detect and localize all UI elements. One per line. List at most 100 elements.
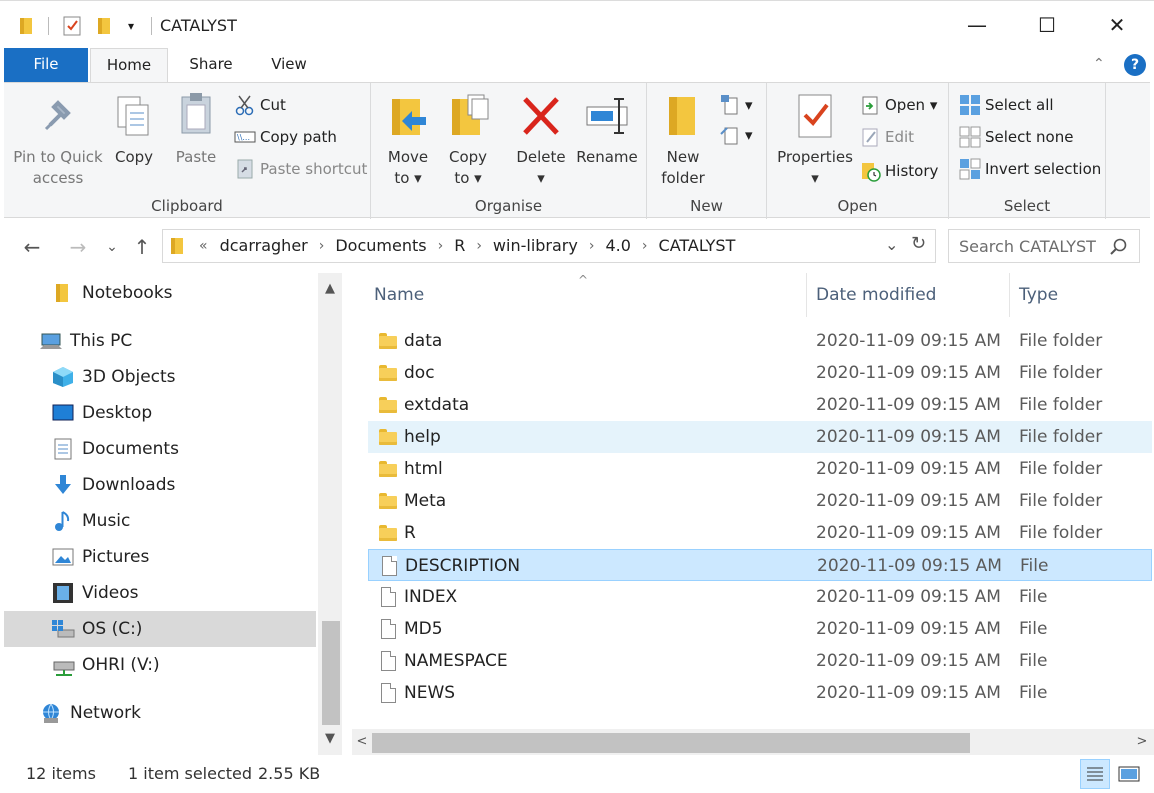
file-row[interactable]: Meta 2020-11-09 09:15 AM File folder (368, 485, 1152, 517)
scissors-icon (234, 94, 256, 116)
tab-home[interactable]: Home (90, 48, 168, 83)
close-button[interactable]: ✕ (1082, 1, 1152, 49)
paste-shortcut-button[interactable]: Paste shortcut (234, 155, 367, 183)
copy-to-label-line2: to (454, 169, 470, 187)
breadcrumb-item[interactable]: win-library (493, 236, 578, 255)
move-to-icon (386, 91, 430, 141)
address-history-dropdown[interactable]: ⌄ (885, 235, 898, 254)
tab-share[interactable]: Share (176, 48, 246, 82)
file-row[interactable]: help 2020-11-09 09:15 AM File folder (368, 421, 1152, 453)
minimize-button[interactable]: — (942, 1, 1012, 49)
open-button[interactable]: Open ▾ (859, 91, 937, 119)
easy-access-dropdown-icon: ▾ (745, 126, 753, 144)
new-folder-quick-access-button[interactable] (92, 14, 116, 38)
cube-icon (52, 366, 76, 388)
scroll-down-icon[interactable]: ▼ (318, 727, 342, 751)
file-icon (378, 682, 398, 704)
forward-button[interactable]: → (64, 235, 92, 259)
refresh-button[interactable]: ↻ (911, 233, 926, 254)
invert-selection-button[interactable]: Invert selection (959, 155, 1101, 183)
nav-item-label: OHRI (V:) (82, 655, 160, 675)
window-title: CATALYST (160, 16, 237, 35)
copy-to-button[interactable]: Copy to ▾ (441, 91, 495, 189)
file-date-modified: 2020-11-09 09:15 AM (816, 523, 1001, 543)
large-icons-view-button[interactable] (1114, 759, 1144, 789)
scrollbar-thumb[interactable] (322, 621, 340, 725)
chevron-right-icon[interactable]: › (476, 238, 482, 254)
tab-file[interactable]: File (4, 48, 88, 82)
address-bar[interactable]: « dcarragher › Documents › R › win-libra… (162, 229, 936, 263)
horizontal-scrollbar[interactable]: < > (352, 729, 1154, 755)
search-input[interactable] (949, 230, 1109, 262)
navigation-pane-scrollbar[interactable]: ▲ ▼ (318, 273, 342, 755)
file-row[interactable]: NAMESPACE 2020-11-09 09:15 AM File (368, 645, 1152, 677)
scroll-up-icon[interactable]: ▲ (318, 277, 342, 301)
help-icon[interactable]: ? (1124, 54, 1146, 76)
rename-label: Rename (576, 148, 638, 166)
new-folder-icon (661, 91, 705, 141)
collapse-ribbon-icon[interactable]: ⌃ (1093, 56, 1113, 76)
chevron-right-icon[interactable]: › (319, 238, 325, 254)
breadcrumb-overflow[interactable]: « (199, 238, 208, 254)
column-header-type[interactable]: Type (1010, 273, 1154, 317)
file-date-modified: 2020-11-09 09:15 AM (816, 459, 1001, 479)
column-header-date-modified[interactable]: Date modified (807, 273, 1010, 317)
file-row[interactable]: extdata 2020-11-09 09:15 AM File folder (368, 389, 1152, 421)
file-date-modified: 2020-11-09 09:15 AM (816, 427, 1001, 447)
edit-button[interactable]: Edit (859, 123, 914, 151)
copy-label: Copy (114, 148, 154, 166)
chevron-right-icon[interactable]: › (642, 238, 648, 254)
history-button[interactable]: History (859, 157, 938, 185)
file-row[interactable]: NEWS 2020-11-09 09:15 AM File (368, 677, 1152, 709)
breadcrumb-item[interactable]: 4.0 (605, 236, 630, 255)
select-none-label: Select none (985, 128, 1074, 146)
column-header-name[interactable]: Name (352, 273, 807, 317)
scroll-left-icon[interactable]: < (352, 729, 372, 755)
easy-access-button[interactable]: ▾ (719, 121, 753, 149)
paste-button[interactable]: Paste (170, 91, 222, 168)
file-row[interactable]: DESCRIPTION 2020-11-09 09:15 AM File (368, 549, 1152, 581)
breadcrumb-item[interactable]: dcarragher (220, 236, 308, 255)
file-row[interactable]: data 2020-11-09 09:15 AM File folder (368, 325, 1152, 357)
maximize-button[interactable]: ☐ (1012, 1, 1082, 49)
new-item-button[interactable]: ▾ (719, 91, 753, 119)
file-row[interactable]: MD5 2020-11-09 09:15 AM File (368, 613, 1152, 645)
properties-button[interactable]: Properties ▾ (773, 91, 857, 189)
tab-view[interactable]: View (254, 48, 324, 82)
delete-button[interactable]: Delete ▾ (511, 91, 571, 189)
details-view-button[interactable] (1080, 759, 1110, 789)
scroll-right-icon[interactable]: > (1132, 729, 1152, 755)
breadcrumb-item[interactable]: Documents (335, 236, 426, 255)
rename-button[interactable]: Rename (575, 91, 639, 168)
select-all-button[interactable]: Select all (959, 91, 1054, 119)
back-button[interactable]: ← (18, 235, 46, 259)
file-row[interactable]: html 2020-11-09 09:15 AM File folder (368, 453, 1152, 485)
nav-item-os-c[interactable]: OS (C:) (4, 611, 316, 647)
pin-to-quick-access-button[interactable]: Pin to Quick access (10, 91, 106, 189)
nav-item-this-pc[interactable]: This PC (40, 323, 352, 359)
file-row[interactable]: R 2020-11-09 09:15 AM File folder (368, 517, 1152, 549)
customize-quick-access-dropdown[interactable]: ▾ (122, 14, 140, 38)
breadcrumb-item[interactable]: R (454, 236, 465, 255)
new-folder-button[interactable]: New folder (657, 91, 709, 189)
copy-path-button[interactable]: \\... Copy path (234, 123, 337, 151)
search-icon[interactable] (1109, 237, 1129, 257)
up-button[interactable]: ↑ (128, 235, 156, 259)
chevron-right-icon[interactable]: › (589, 238, 595, 254)
paste-icon (174, 91, 218, 141)
select-group: Select all Select none Invert selection … (949, 83, 1106, 219)
nav-item-network[interactable]: Network (40, 695, 352, 731)
file-row[interactable]: doc 2020-11-09 09:15 AM File folder (368, 357, 1152, 389)
scrollbar-thumb[interactable] (372, 733, 970, 753)
file-row[interactable]: INDEX 2020-11-09 09:15 AM File (368, 581, 1152, 613)
search-box[interactable] (948, 229, 1140, 263)
move-to-button[interactable]: Move to ▾ (381, 91, 435, 189)
select-none-button[interactable]: Select none (959, 123, 1073, 151)
breadcrumb-item[interactable]: CATALYST (659, 236, 736, 255)
cut-button[interactable]: Cut (234, 91, 286, 119)
chevron-right-icon[interactable]: › (438, 238, 444, 254)
recent-locations-button[interactable]: ⌄ (98, 235, 126, 259)
copy-button[interactable]: Copy (108, 91, 160, 168)
open-label: Open (885, 96, 926, 114)
properties-quick-access-button[interactable] (60, 14, 84, 38)
